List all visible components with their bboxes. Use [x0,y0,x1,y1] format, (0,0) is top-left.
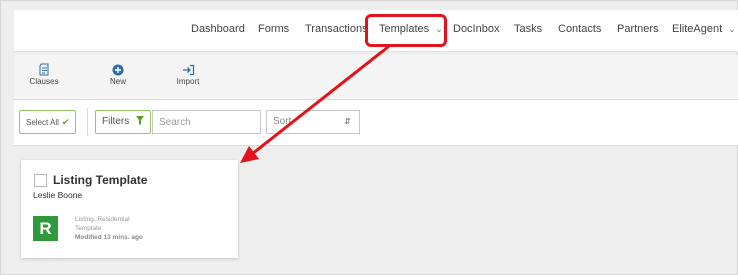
templates-toolbar: Clauses New Import [14,55,738,100]
card-owner: Leslie Boone [33,190,83,200]
sort-select[interactable]: Sort ⇵ [266,110,360,134]
card-title[interactable]: Listing Template [53,173,147,187]
plus-circle-icon [93,61,143,77]
nav-eliteagent[interactable]: EliteAgent ⌄ [672,23,736,35]
nav-tasks[interactable]: Tasks [514,23,542,35]
new-button[interactable]: New [93,61,143,86]
app-frame: Dashboard Forms Transactions Templates ⌄ … [0,0,738,275]
divider [87,108,88,136]
card-modified: Modified 13 mins. ago [75,234,143,241]
checkmark-icon: ✔ [61,117,70,127]
nav-transactions[interactable]: Transactions [305,23,368,35]
new-label: New [109,77,126,86]
filter-bar: Select All✔ Filters Sort ⇵ [14,100,738,146]
nav-contacts[interactable]: Contacts [558,23,601,35]
nav-eliteagent-label: EliteAgent [672,23,723,35]
import-icon [163,61,213,77]
card-checkbox[interactable] [34,174,47,187]
card-type: Template [75,225,102,232]
nav-forms[interactable]: Forms [258,23,289,35]
import-button[interactable]: Import [163,61,213,86]
select-all-button[interactable]: Select All ✔ [19,110,77,134]
template-card[interactable]: Listing Template Leslie Boone R Listing,… [21,160,238,258]
templates-highlight [365,14,447,47]
clauses-button[interactable]: Clauses [19,61,69,86]
sort-label: Sort [273,116,292,127]
card-category: Listing, Residential [75,216,130,223]
filters-label: Filters [102,116,130,127]
sort-arrows-icon: ⇵ [344,117,351,126]
filters-button[interactable]: Filters [95,110,152,134]
brand-logo-icon: R [33,216,58,241]
card-meta: Listing, Residential Template Modified 1… [75,215,143,242]
chevron-down-icon: ⌄ [728,24,736,34]
select-all-label: Select All [26,118,59,127]
nav-dashboard[interactable]: Dashboard [191,23,245,35]
search-input[interactable] [152,110,261,134]
clauses-label: Clauses [29,77,59,86]
nav-partners[interactable]: Partners [617,23,659,35]
funnel-icon [136,116,145,127]
import-label: Import [176,77,200,86]
nav-docinbox[interactable]: DocInbox [453,23,499,35]
document-icon [19,61,69,77]
